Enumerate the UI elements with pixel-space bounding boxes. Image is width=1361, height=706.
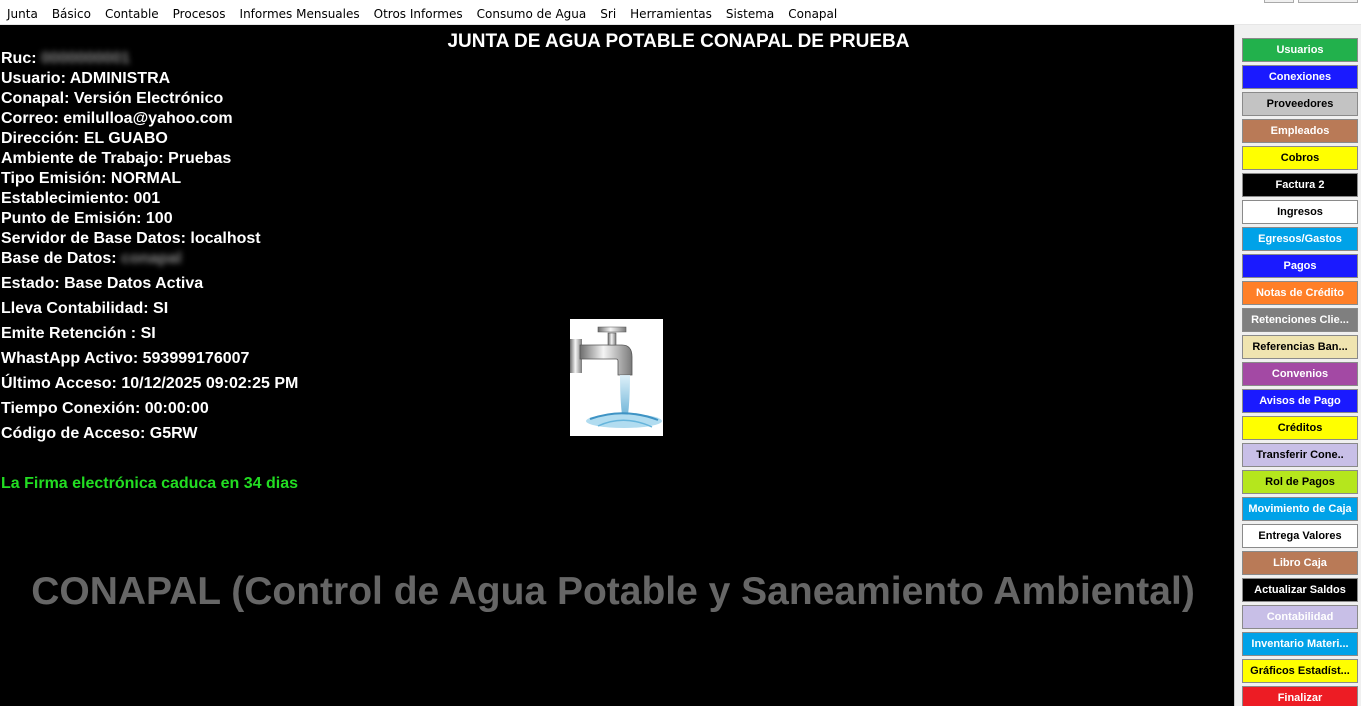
- sidebar-button-referencias-ban[interactable]: Referencias Ban...: [1242, 335, 1358, 359]
- menu-informes-mensuales[interactable]: Informes Mensuales: [233, 3, 367, 25]
- menu-procesos[interactable]: Procesos: [166, 3, 233, 25]
- base-datos-line: Base de Datos: conapal: [1, 250, 182, 268]
- ruc-value-redacted: 0000000001: [41, 50, 130, 67]
- contabilidad-line: Lleva Contabilidad: SI: [1, 300, 169, 317]
- sidebar-button-conexiones[interactable]: Conexiones: [1242, 65, 1358, 89]
- sidebar-button-convenios[interactable]: Convenios: [1242, 362, 1358, 386]
- sidebar-button-creditos[interactable]: Créditos: [1242, 416, 1358, 440]
- codigo-acceso-line: Código de Acceso: G5RW: [1, 425, 198, 442]
- tiempo-conexion-line: Tiempo Conexión: 00:00:00: [1, 400, 209, 417]
- sidebar: Usuarios Conexiones Proveedores Empleados Co…: [1234, 25, 1361, 706]
- sidebar-button-rol-de-pagos[interactable]: Rol de Pagos: [1242, 470, 1358, 494]
- menu-otros-informes[interactable]: Otros Informes: [367, 3, 470, 25]
- menu-herramientas[interactable]: Herramientas: [623, 3, 719, 25]
- direccion-line: Dirección: EL GUABO: [1, 130, 168, 147]
- menu-sri[interactable]: Sri: [593, 3, 623, 25]
- servidor-line: Servidor de Base Datos: localhost: [1, 230, 261, 247]
- whatsapp-line: WhastApp Activo: 593999176007: [1, 350, 250, 367]
- base-datos-label: Base de Datos:: [1, 250, 117, 267]
- sidebar-button-empleados[interactable]: Empleados: [1242, 119, 1358, 143]
- conapal-version-line: Conapal: Versión Electrónico: [1, 90, 224, 107]
- app-window: Junta Básico Contable Procesos Informes …: [0, 0, 1361, 706]
- faucet-icon: [570, 319, 663, 436]
- menu-basico[interactable]: Básico: [45, 3, 98, 25]
- page-title: JUNTA DE AGUA POTABLE CONAPAL DE PRUEBA: [447, 31, 910, 52]
- correo-line: Correo: emilulloa@yahoo.com: [1, 110, 233, 127]
- menu-contable[interactable]: Contable: [98, 3, 166, 25]
- sidebar-button-graficos-estadist[interactable]: Gráficos Estadíst...: [1242, 659, 1358, 683]
- tipo-emision-line: Tipo Emisión: NORMAL: [1, 170, 182, 187]
- sidebar-button-usuarios[interactable]: Usuarios: [1242, 38, 1358, 62]
- ambiente-line: Ambiente de Trabajo: Pruebas: [1, 150, 232, 167]
- menu-junta[interactable]: Junta: [0, 3, 45, 25]
- menu-sistema[interactable]: Sistema: [719, 3, 781, 25]
- menu-consumo-de-agua[interactable]: Consumo de Agua: [470, 3, 594, 25]
- sidebar-button-cobros[interactable]: Cobros: [1242, 146, 1358, 170]
- sidebar-button-proveedores[interactable]: Proveedores: [1242, 92, 1358, 116]
- sidebar-button-notas-de-credito[interactable]: Notas de Crédito: [1242, 281, 1358, 305]
- usuario-line: Usuario: ADMINISTRA: [1, 70, 171, 87]
- ultimo-acceso-line: Último Acceso: 10/12/2025 09:02:25 PM: [1, 375, 299, 392]
- sidebar-button-contabilidad[interactable]: Contabilidad: [1242, 605, 1358, 629]
- ruc-line: Ruc: 0000000001: [1, 50, 130, 68]
- menu-bar: Junta Básico Contable Procesos Informes …: [0, 3, 1361, 25]
- sidebar-button-egresos-gastos[interactable]: Egresos/Gastos: [1242, 227, 1358, 251]
- sidebar-button-inventario-materi[interactable]: Inventario Materi...: [1242, 632, 1358, 656]
- establecimiento-line: Establecimiento: 001: [1, 190, 161, 207]
- sidebar-button-retenciones-clie[interactable]: Retenciones Clie...: [1242, 308, 1358, 332]
- main-panel: JUNTA DE AGUA POTABLE CONAPAL DE PRUEBA …: [0, 25, 1234, 706]
- sidebar-button-ingresos[interactable]: Ingresos: [1242, 200, 1358, 224]
- sidebar-button-entrega-valores[interactable]: Entrega Valores: [1242, 524, 1358, 548]
- ruc-label: Ruc:: [1, 50, 37, 67]
- punto-emision-line: Punto de Emisión: 100: [1, 210, 173, 227]
- sidebar-button-pagos[interactable]: Pagos: [1242, 254, 1358, 278]
- sidebar-button-movimiento-de-caja[interactable]: Movimiento de Caja: [1242, 497, 1358, 521]
- sidebar-button-finalizar[interactable]: Finalizar: [1242, 686, 1358, 706]
- sidebar-button-actualizar-saldos[interactable]: Actualizar Saldos: [1242, 578, 1358, 602]
- estado-line: Estado: Base Datos Activa: [1, 275, 204, 292]
- sidebar-button-transferir-cone[interactable]: Transferir Cone..: [1242, 443, 1358, 467]
- sidebar-button-libro-caja[interactable]: Libro Caja: [1242, 551, 1358, 575]
- firma-warning: La Firma electrónica caduca en 34 dias: [1, 475, 299, 492]
- sidebar-button-avisos-de-pago[interactable]: Avisos de Pago: [1242, 389, 1358, 413]
- watermark-text: CONAPAL (Control de Agua Potable y Sanea…: [31, 570, 1195, 613]
- retencion-line: Emite Retención : SI: [1, 325, 156, 342]
- menu-conapal[interactable]: Conapal: [781, 3, 844, 25]
- base-datos-value-redacted: conapal: [121, 250, 182, 267]
- sidebar-button-factura-2[interactable]: Factura 2: [1242, 173, 1358, 197]
